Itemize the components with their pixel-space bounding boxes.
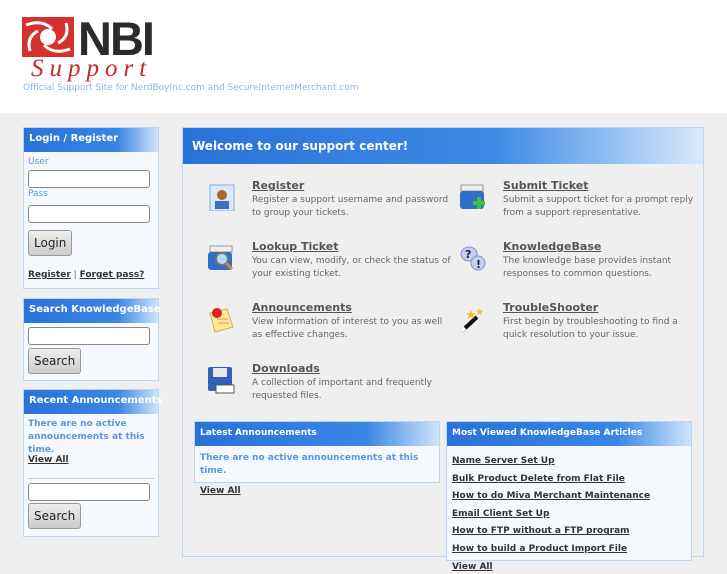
svg-text:!: ! [476, 258, 481, 271]
kb-article-link[interactable]: Email Client Set Up [452, 509, 549, 519]
register-desc: Register a support username and password… [252, 195, 449, 218]
register-link[interactable]: Register [28, 270, 71, 280]
nbi-logo[interactable]: NBI Support [22, 12, 155, 82]
search-kb-title: Search KnowledgeBase [24, 299, 161, 323]
user-card-icon [209, 184, 235, 211]
magnifier-icon [208, 245, 234, 271]
kb-article-link[interactable]: Name Server Set Up [452, 456, 555, 466]
swirl-logo-icon [22, 17, 74, 57]
secondary-search-button[interactable]: Search [28, 503, 82, 529]
logo-subtext: Support [31, 55, 153, 82]
register-link[interactable]: Register [252, 179, 304, 192]
login-panel-title: Login / Register [24, 128, 158, 152]
kb-article-link[interactable]: How to build a Product Import File [452, 544, 627, 554]
troubleshooter-link[interactable]: TroubleShooter [503, 301, 598, 314]
latest-view-all-link[interactable]: View All [200, 486, 241, 496]
knowledgebase-desc: The knowledge base provides instant resp… [503, 256, 672, 279]
submit-ticket-icon [460, 184, 485, 209]
kb-search-button[interactable]: Search [28, 348, 82, 374]
lookup-ticket-link[interactable]: Lookup Ticket [252, 240, 339, 253]
user-label: User [28, 157, 49, 167]
password-input[interactable] [28, 205, 150, 223]
troubleshooter-desc: First begin by troubleshooting to find a… [503, 317, 678, 340]
floppy-disk-icon [208, 367, 235, 394]
most-viewed-view-all-link[interactable]: View All [452, 562, 493, 572]
most-viewed-title: Most Viewed KnowledgeBase Articles [447, 422, 691, 446]
forgot-pass-link[interactable]: Forget pass? [80, 270, 145, 280]
divider [28, 478, 154, 479]
link-separator: | [73, 270, 77, 280]
magic-wand-icon: ★★ [460, 307, 484, 333]
username-input[interactable] [28, 170, 150, 188]
pass-label: Pass [28, 189, 48, 199]
announcements-desc: View information of interest to you as w… [252, 317, 443, 340]
announcements-link[interactable]: Announcements [252, 301, 352, 314]
lookup-ticket-desc: You can view, modify, or check the statu… [252, 256, 451, 279]
most-viewed-panel: Most Viewed KnowledgeBase Articles Name … [446, 421, 692, 572]
svg-text:★: ★ [475, 307, 484, 318]
welcome-title: Welcome to our support center! [183, 128, 703, 164]
latest-announcements-title: Latest Announcements [195, 422, 439, 446]
kb-search-input[interactable] [28, 327, 150, 345]
submit-ticket-desc: Submit a support ticket for a prompt rep… [503, 195, 694, 218]
kb-article-link[interactable]: How to do Miva Merchant Maintenance [452, 491, 650, 501]
downloads-link[interactable]: Downloads [252, 362, 320, 375]
tagline: Official Support Site for NerdBoyInc.com… [23, 83, 359, 93]
site-header: NBI Support Official Support Site for Ne… [0, 0, 727, 113]
latest-announcements-panel: Latest Announcements There are no active… [194, 421, 440, 496]
note-pin-icon [209, 308, 234, 333]
downloads-desc: A collection of important and frequently… [252, 378, 432, 401]
view-all-announcements-link[interactable]: View All [28, 455, 69, 465]
no-announcements-text: There are no active announcements at thi… [28, 419, 145, 455]
secondary-search-input[interactable] [28, 483, 150, 501]
submit-ticket-link[interactable]: Submit Ticket [503, 179, 588, 192]
kb-article-link[interactable]: How to FTP without a FTP program [452, 526, 630, 536]
recent-announcements-title: Recent Announcements [24, 390, 162, 414]
question-bubble-icon: ?! [460, 246, 486, 271]
svg-text:?: ? [465, 248, 471, 261]
kb-article-link[interactable]: Bulk Product Delete from Flat File [452, 474, 625, 484]
knowledgebase-link[interactable]: KnowledgeBase [503, 240, 601, 253]
login-button[interactable]: Login [28, 230, 73, 256]
latest-no-announcements: There are no active announcements at thi… [200, 453, 419, 476]
